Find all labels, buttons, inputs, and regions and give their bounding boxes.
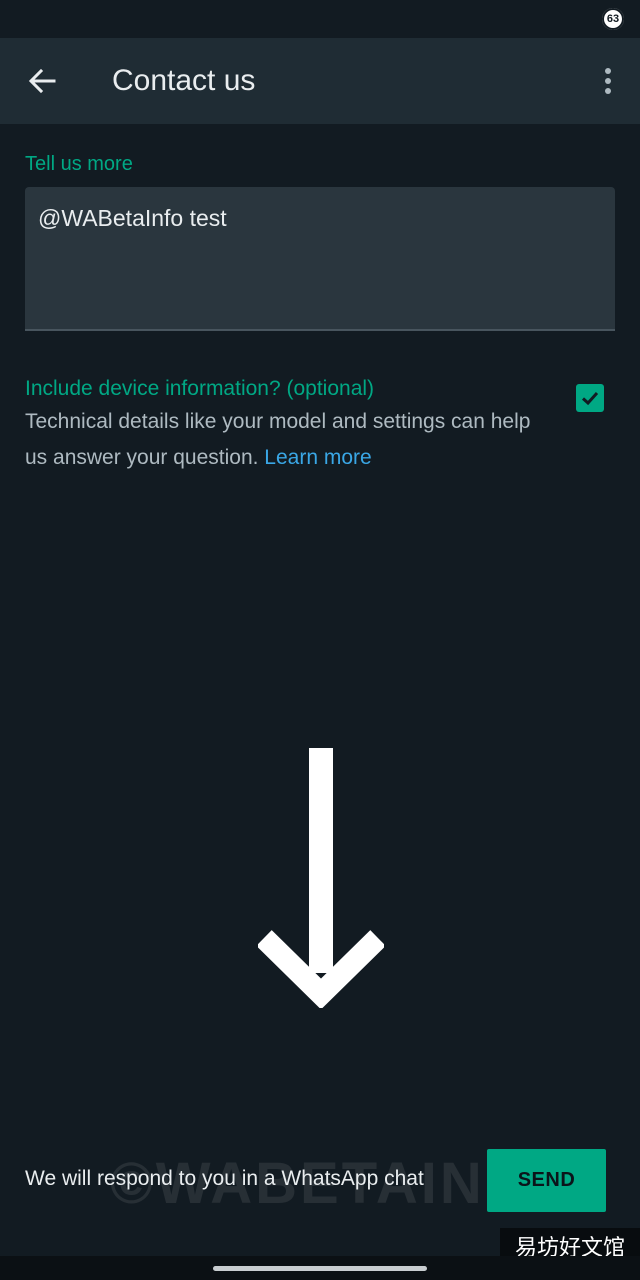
message-input[interactable]: @WABetaInfo test	[25, 187, 615, 331]
device-info-description: Technical details like your model and se…	[25, 404, 545, 476]
checkmark-icon	[581, 391, 599, 406]
home-indicator[interactable]	[213, 1266, 427, 1271]
back-button[interactable]	[22, 61, 62, 101]
battery-level-badge: 63	[602, 8, 624, 30]
more-options-button[interactable]	[594, 61, 622, 101]
app-bar: Contact us	[0, 38, 640, 124]
field-label: Tell us more	[25, 153, 133, 175]
more-vertical-icon	[605, 68, 611, 94]
device-info-title: Include device information? (optional)	[25, 377, 375, 400]
learn-more-link[interactable]: Learn more	[264, 446, 371, 469]
message-text: @WABetaInfo test	[38, 205, 227, 231]
response-note: We will respond to you in a WhatsApp cha…	[25, 1167, 424, 1190]
down-arrow-icon	[258, 748, 384, 1008]
status-bar: 63	[0, 0, 640, 38]
send-button[interactable]: SEND	[487, 1149, 606, 1212]
device-info-checkbox[interactable]	[576, 384, 604, 412]
page-title: Contact us	[112, 64, 256, 97]
back-arrow-icon	[28, 68, 56, 94]
